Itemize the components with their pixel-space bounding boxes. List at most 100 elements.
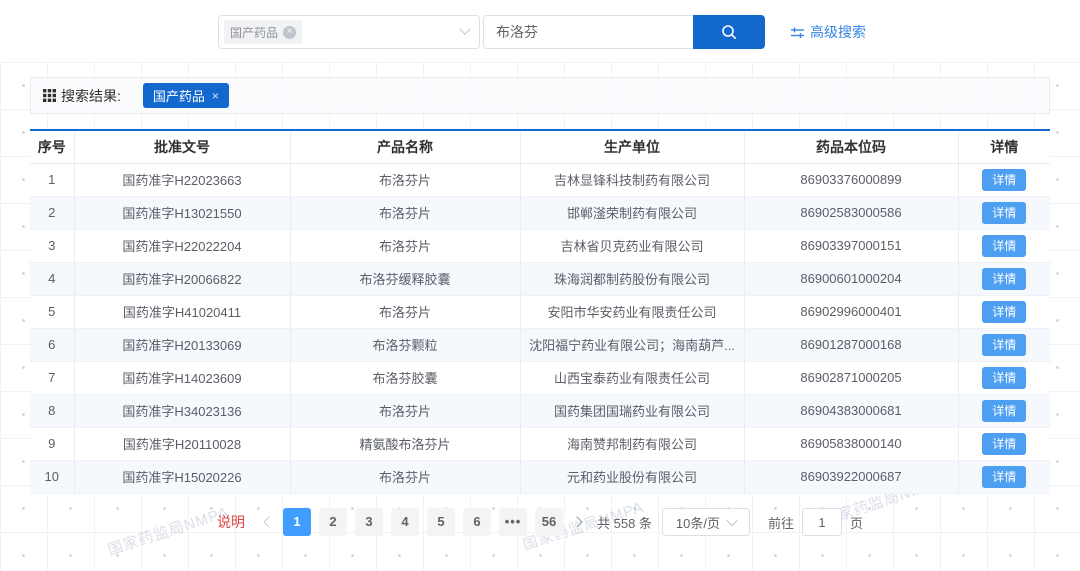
detail-button[interactable]: 详情 — [982, 169, 1026, 191]
page-size-value: 10条/页 — [676, 513, 720, 532]
tag-remove-icon[interactable]: × — [212, 89, 219, 103]
detail-button[interactable]: 详情 — [982, 433, 1026, 455]
cell-product: 布洛芬颗粒 — [290, 328, 520, 361]
cell-manufacturer: 邯郸滏荣制药有限公司 — [520, 196, 744, 229]
category-select[interactable]: 国产药品 × — [218, 15, 480, 49]
detail-button[interactable]: 详情 — [982, 367, 1026, 389]
detail-button[interactable]: 详情 — [982, 400, 1026, 422]
cell-code: 86903397000151 — [744, 229, 958, 262]
cell-approval: 国药准字H20066822 — [74, 262, 290, 295]
next-page-button[interactable] — [567, 508, 587, 536]
page-button-5[interactable]: 5 — [427, 508, 455, 536]
keyword-group — [483, 15, 765, 49]
cell-product: 布洛芬片 — [290, 163, 520, 196]
cell-manufacturer: 元和药业股份有限公司 — [520, 460, 744, 493]
results-filter-tag-label: 国产药品 — [153, 86, 205, 105]
cell-approval: 国药准字H22023663 — [74, 163, 290, 196]
cell-approval: 国药准字H34023136 — [74, 394, 290, 427]
cell-product: 布洛芬片 — [290, 229, 520, 262]
chevron-right-icon — [571, 516, 582, 527]
header-approval: 批准文号 — [74, 130, 290, 163]
cell-approval: 国药准字H14023609 — [74, 361, 290, 394]
detail-button[interactable]: 详情 — [982, 466, 1026, 488]
cell-index: 10 — [30, 460, 74, 493]
cell-approval: 国药准字H20133069 — [74, 328, 290, 361]
detail-button[interactable]: 详情 — [982, 235, 1026, 257]
cell-product: 布洛芬片 — [290, 196, 520, 229]
cell-product: 布洛芬胶囊 — [290, 361, 520, 394]
detail-button[interactable]: 详情 — [982, 202, 1026, 224]
cell-code: 86903922000687 — [744, 460, 958, 493]
cell-code: 86902871000205 — [744, 361, 958, 394]
header-manufacturer: 生产单位 — [520, 130, 744, 163]
chevron-down-icon — [726, 515, 737, 526]
cell-code: 86900601000204 — [744, 262, 958, 295]
page-size-select[interactable]: 10条/页 — [662, 508, 750, 536]
page-button-4[interactable]: 4 — [391, 508, 419, 536]
note-link[interactable]: 说明 — [217, 512, 245, 532]
cell-index: 2 — [30, 196, 74, 229]
total-count-label: 共 558 条 — [597, 513, 652, 532]
table-row: 6 国药准字H20133069 布洛芬颗粒 沈阳福宁药业有限公司；海南葫芦...… — [30, 328, 1050, 361]
detail-button[interactable]: 详情 — [982, 268, 1026, 290]
table-row: 10 国药准字H15020226 布洛芬片 元和药业股份有限公司 8690392… — [30, 460, 1050, 493]
table-header-row: 序号 批准文号 产品名称 生产单位 药品本位码 详情 — [30, 130, 1050, 163]
detail-button[interactable]: 详情 — [982, 301, 1026, 323]
grid-icon — [43, 89, 56, 102]
cell-code: 86905838000140 — [744, 427, 958, 460]
advanced-search-label: 高级搜索 — [810, 22, 866, 42]
chevron-down-icon — [459, 24, 470, 35]
category-tag-label: 国产药品 — [230, 24, 278, 41]
cell-manufacturer: 海南赞邦制药有限公司 — [520, 427, 744, 460]
table-row: 1 国药准字H22023663 布洛芬片 吉林显锋科技制药有限公司 869033… — [30, 163, 1050, 196]
results-bar-label: 搜索结果: — [61, 86, 121, 106]
cell-code: 86901287000168 — [744, 328, 958, 361]
category-tag: 国产药品 × — [224, 20, 302, 44]
header-detail: 详情 — [958, 130, 1050, 163]
cell-approval: 国药准字H20110028 — [74, 427, 290, 460]
cell-manufacturer: 沈阳福宁药业有限公司；海南葫芦... — [520, 328, 744, 361]
cell-code: 86904383000681 — [744, 394, 958, 427]
more-pages-button[interactable]: ••• — [499, 508, 527, 536]
goto-page-group: 前往 页 — [768, 508, 863, 536]
table-row: 3 国药准字H22022204 布洛芬片 吉林省贝克药业有限公司 8690339… — [30, 229, 1050, 262]
header-index: 序号 — [30, 130, 74, 163]
goto-page-input[interactable] — [802, 508, 842, 536]
results-bar: 搜索结果: 国产药品 × — [30, 77, 1050, 114]
page-button-1[interactable]: 1 — [283, 508, 311, 536]
results-filter-tag[interactable]: 国产药品 × — [143, 83, 229, 108]
cell-product: 布洛芬片 — [290, 460, 520, 493]
search-input[interactable] — [483, 15, 693, 49]
prev-page-button[interactable] — [259, 508, 279, 536]
cell-index: 1 — [30, 163, 74, 196]
tag-close-icon[interactable]: × — [283, 26, 296, 39]
cell-code: 86902583000586 — [744, 196, 958, 229]
cell-index: 6 — [30, 328, 74, 361]
cell-index: 7 — [30, 361, 74, 394]
cell-approval: 国药准字H15020226 — [74, 460, 290, 493]
page-button-3[interactable]: 3 — [355, 508, 383, 536]
cell-manufacturer: 安阳市华安药业有限责任公司 — [520, 295, 744, 328]
cell-index: 3 — [30, 229, 74, 262]
cell-product: 布洛芬片 — [290, 394, 520, 427]
chevron-left-icon — [263, 516, 274, 527]
page-button-6[interactable]: 6 — [463, 508, 491, 536]
results-table: 序号 批准文号 产品名称 生产单位 药品本位码 详情 1 国药准字H220236… — [30, 129, 1050, 494]
cell-index: 5 — [30, 295, 74, 328]
goto-suffix-label: 页 — [850, 513, 863, 532]
cell-manufacturer: 国药集团国瑞药业有限公司 — [520, 394, 744, 427]
search-bar: 国产药品 × 高级搜索 — [218, 15, 866, 49]
detail-button[interactable]: 详情 — [982, 334, 1026, 356]
page-button-2[interactable]: 2 — [319, 508, 347, 536]
page-button-56[interactable]: 56 — [535, 508, 563, 536]
pagination: 说明 1 2 3 4 5 6 ••• 56 共 558 条 10条/页 前往 页 — [0, 508, 1080, 536]
header-code: 药品本位码 — [744, 130, 958, 163]
table-row: 4 国药准字H20066822 布洛芬缓释胶囊 珠海润都制药股份有限公司 869… — [30, 262, 1050, 295]
search-button[interactable] — [693, 15, 765, 49]
table-row: 2 国药准字H13021550 布洛芬片 邯郸滏荣制药有限公司 86902583… — [30, 196, 1050, 229]
table-row: 5 国药准字H41020411 布洛芬片 安阳市华安药业有限责任公司 86902… — [30, 295, 1050, 328]
search-icon — [720, 23, 738, 41]
cell-index: 4 — [30, 262, 74, 295]
table-row: 7 国药准字H14023609 布洛芬胶囊 山西宝泰药业有限责任公司 86902… — [30, 361, 1050, 394]
advanced-search-link[interactable]: 高级搜索 — [790, 15, 866, 49]
